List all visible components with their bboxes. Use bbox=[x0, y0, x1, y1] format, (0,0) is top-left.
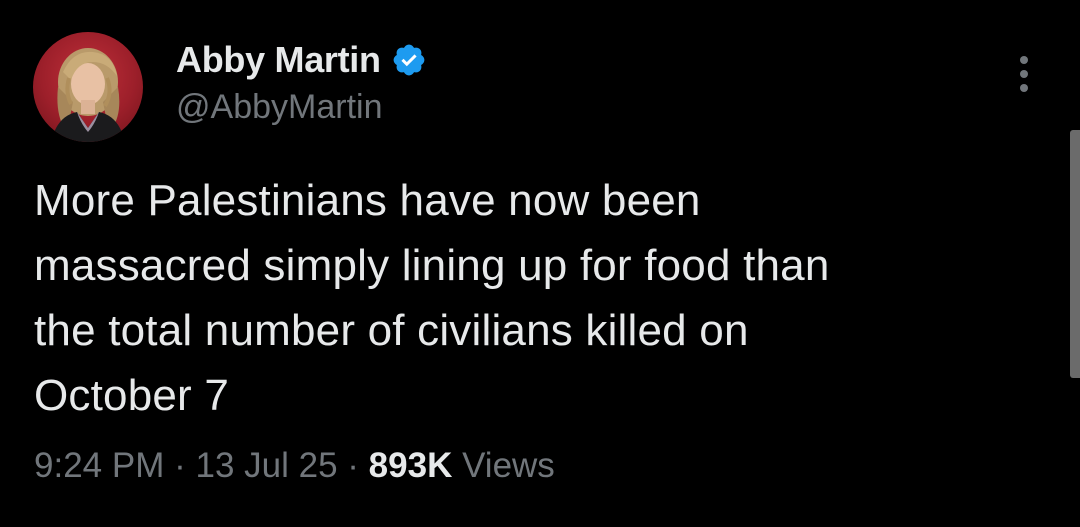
tweet-date[interactable]: 13 Jul 25 bbox=[195, 446, 337, 485]
display-name[interactable]: Abby Martin bbox=[176, 39, 381, 81]
more-dot bbox=[1020, 70, 1028, 78]
more-dot bbox=[1020, 56, 1028, 64]
separator: · bbox=[174, 446, 186, 485]
tweet-text-line: October 7 bbox=[34, 371, 230, 420]
scrollbar[interactable] bbox=[1070, 130, 1080, 378]
more-vertical-icon[interactable] bbox=[1012, 56, 1036, 96]
verified-badge-icon bbox=[391, 42, 427, 78]
tweet: Abby Martin @AbbyMartin More Palestinian… bbox=[0, 0, 1080, 527]
tweet-text-line: More Palestinians have now been bbox=[34, 176, 701, 225]
author-info: Abby Martin @AbbyMartin bbox=[176, 38, 427, 127]
name-row: Abby Martin bbox=[176, 38, 427, 82]
tweet-text-line: massacred simply lining up for food than bbox=[34, 241, 830, 290]
handle[interactable]: @AbbyMartin bbox=[176, 88, 427, 127]
avatar[interactable] bbox=[33, 32, 143, 142]
views-count: 893K bbox=[368, 446, 453, 485]
avatar-image bbox=[51, 48, 125, 142]
more-dot bbox=[1020, 84, 1028, 92]
tweet-time[interactable]: 9:24 PM bbox=[34, 446, 164, 485]
tweet-text: More Palestinians have now been massacre… bbox=[34, 168, 1024, 428]
tweet-text-line: the total number of civilians killed on bbox=[34, 306, 749, 355]
views-label: Views bbox=[462, 446, 555, 485]
separator: · bbox=[347, 446, 359, 485]
tweet-meta: 9:24 PM · 13 Jul 25 · 893K Views bbox=[34, 446, 555, 486]
